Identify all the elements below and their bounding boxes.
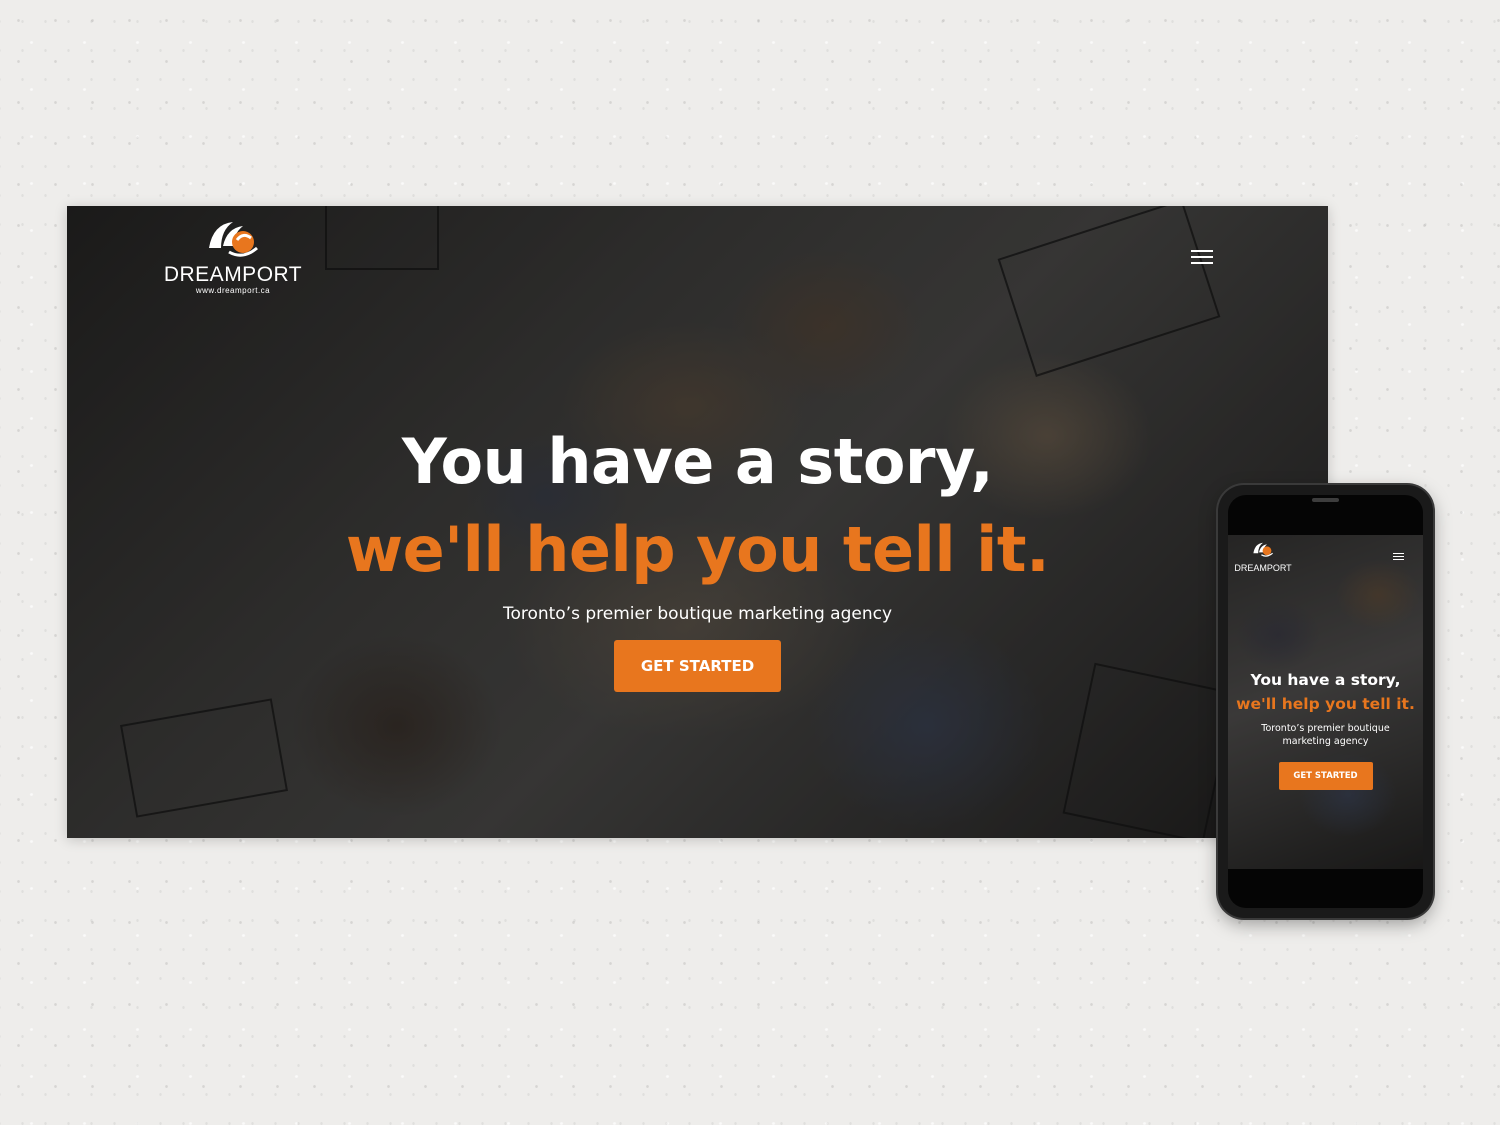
desktop-screenshot: DREAMPORT www.dreamport.ca You have a st… <box>67 206 1328 838</box>
hero-section: You have a story, we'll help you tell it… <box>67 420 1328 692</box>
dreamport-logo-mark-icon <box>209 222 258 257</box>
mobile-viewport: DREAMPORT You have a story, we'll help y… <box>1228 535 1423 869</box>
mobile-hero-subtitle: Toronto’s premier boutique marketing age… <box>1261 723 1390 747</box>
hero-subtitle: Toronto’s premier boutique marketing age… <box>502 604 893 624</box>
get-started-button[interactable]: GET STARTED <box>614 640 781 692</box>
phone-speaker <box>1312 498 1339 502</box>
mobile-hamburger-menu-icon[interactable] <box>1393 553 1404 561</box>
phone-mockup: DREAMPORT You have a story, we'll help y… <box>1218 485 1433 918</box>
mobile-hero-section: You have a story, we'll help you tell it… <box>1228 668 1423 790</box>
logo-url: www.dreamport.ca <box>195 286 271 295</box>
mobile-hero-headline-line1: You have a story, <box>1250 671 1401 689</box>
logo-wordmark: DREAMPORT <box>163 263 303 286</box>
dreamport-logo-mark-icon <box>1253 542 1273 557</box>
hero-headline-line2: we'll help you tell it. <box>345 513 1050 586</box>
mobile-hero-headline-line2: we'll help you tell it. <box>1236 695 1415 713</box>
mobile-logo-wordmark: DREAMPORT <box>1234 563 1292 573</box>
hamburger-menu-icon[interactable] <box>1191 250 1213 266</box>
mobile-site-logo[interactable]: DREAMPORT <box>1234 541 1292 573</box>
site-logo[interactable]: DREAMPORT www.dreamport.ca <box>163 218 303 296</box>
mobile-get-started-button[interactable]: GET STARTED <box>1278 762 1373 790</box>
hero-headline-line1: You have a story, <box>401 425 994 498</box>
phone-screen: DREAMPORT You have a story, we'll help y… <box>1228 495 1423 908</box>
